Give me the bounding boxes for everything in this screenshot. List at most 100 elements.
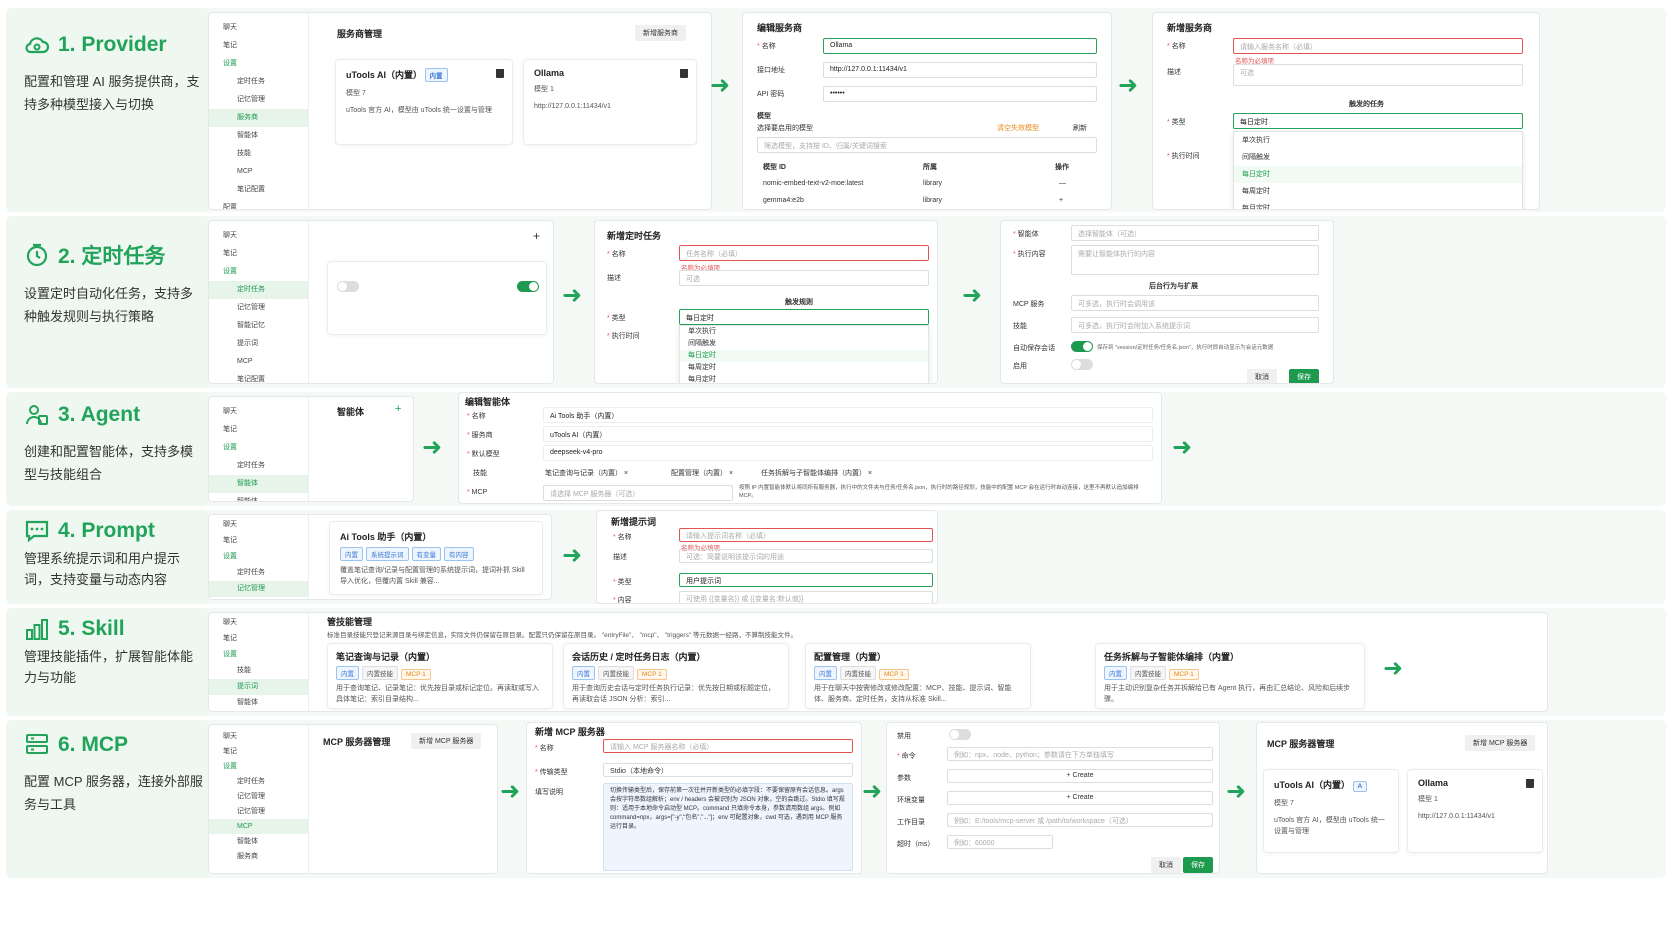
name-input[interactable]: 任务名称（必填） xyxy=(679,245,929,261)
sidebar-item-agent[interactable]: 智能体 xyxy=(209,475,308,493)
sidebar-item-prompt[interactable]: 提示词 xyxy=(209,679,308,695)
sidebar-item-skill[interactable]: 技能 xyxy=(209,145,308,163)
sidebar-item-config[interactable]: 配置 xyxy=(209,199,308,209)
type-select[interactable]: 每日定时 xyxy=(679,309,929,325)
api-key-input[interactable]: •••••• xyxy=(823,86,1097,102)
mcp-card[interactable]: Ollama 模型 1 http://127.0.0.1:11434/v1 xyxy=(1407,769,1543,853)
model-select[interactable]: deepseek-v4-pro xyxy=(543,445,1153,461)
skill-chip[interactable]: 配置管理（内置） × xyxy=(671,468,733,478)
skill-card[interactable]: 笔记查询与记录（内置） 内置 内置技能 MCP 1 用于查询笔记、记录笔记：优先按目… xyxy=(327,643,553,709)
cancel-button[interactable]: 取消 xyxy=(1151,857,1181,873)
args-create-button[interactable]: + Create xyxy=(947,769,1213,783)
add-model-button[interactable]: + xyxy=(1059,197,1063,204)
sidebar-item-scheduled[interactable]: 定时任务 xyxy=(209,281,308,299)
sidebar-item-note-config[interactable]: 笔记配置 xyxy=(209,371,308,383)
sidebar-item-chat[interactable]: 聊天 xyxy=(209,19,308,37)
sidebar-item-agent[interactable]: 智能体 xyxy=(209,834,308,849)
clear-failed-link[interactable]: 清空失效模型 xyxy=(997,123,1039,133)
add-icon[interactable]: + xyxy=(395,403,401,415)
delete-icon[interactable] xyxy=(496,69,504,78)
name-input[interactable]: Ollama xyxy=(823,38,1097,54)
sidebar-item-settings[interactable]: 设置 xyxy=(209,439,308,457)
type-select[interactable]: 每日定时 xyxy=(1233,113,1523,129)
sidebar-item-settings[interactable]: 设置 xyxy=(209,759,308,774)
content-input[interactable]: 可使用 {{变量名}} 或 {{变量名:默认值}} xyxy=(679,591,933,603)
dropdown-option-selected[interactable]: 每日定时 xyxy=(1234,166,1522,183)
sidebar-item-provider[interactable]: 服务商 xyxy=(209,109,308,127)
sidebar-item-prompt[interactable]: 提示词 xyxy=(209,335,308,353)
dropdown-option[interactable]: 间隔触发 xyxy=(680,338,928,350)
timeout-input[interactable]: 例如：60000 xyxy=(947,835,1053,849)
sidebar-item-settings[interactable]: 设置 xyxy=(209,647,308,663)
delete-icon[interactable] xyxy=(680,69,688,78)
mcp-card[interactable]: uTools AI（内置） A 模型 7 uTools 官方 AI，模型由 uT… xyxy=(1263,769,1399,853)
remove-model-button[interactable]: — xyxy=(1059,180,1066,187)
sidebar-item-chat[interactable]: 聊天 xyxy=(209,615,308,631)
sidebar-item-notes[interactable]: 笔记 xyxy=(209,245,308,263)
sidebar-item-chat[interactable]: 聊天 xyxy=(209,403,308,421)
sidebar-item-agent[interactable]: 智能体 xyxy=(209,695,308,711)
sidebar-item-chat[interactable]: 聊天 xyxy=(209,729,308,744)
provider-card[interactable]: Ollama 模型 1 http://127.0.0.1:11434/v1 xyxy=(523,59,697,145)
sidebar-item-notes[interactable]: 笔记 xyxy=(209,37,308,55)
save-button[interactable]: 保存 xyxy=(1289,369,1319,383)
sidebar-item-chat[interactable]: 聊天 xyxy=(209,227,308,245)
sidebar-item-memory[interactable]: 记忆管理 xyxy=(209,789,308,804)
provider-card[interactable]: uTools AI（内置） 内置 模型 7 uTools 官方 AI，模型由 u… xyxy=(335,59,513,145)
dropdown-option[interactable]: 每周定时 xyxy=(1234,183,1522,200)
task-card[interactable] xyxy=(327,261,547,335)
agent-select[interactable]: 选择智能体（可选） xyxy=(1071,225,1319,241)
name-input[interactable]: 请输入 MCP 服务器名称（必填） xyxy=(603,739,853,753)
cancel-button[interactable]: 取消 xyxy=(1247,369,1277,383)
dropdown-option[interactable]: 间隔触发 xyxy=(1234,149,1522,166)
dropdown-option[interactable]: 每周定时 xyxy=(680,362,928,374)
dropdown-option[interactable]: 每月定时 xyxy=(1234,200,1522,209)
dropdown-option[interactable]: 每月定时 xyxy=(680,374,928,383)
cmd-input[interactable]: 例如：npx、node、python；参数请在下方单独填写 xyxy=(947,747,1213,761)
add-provider-button[interactable]: 新增服务商 xyxy=(635,25,686,41)
autosave-toggle[interactable] xyxy=(1071,341,1093,352)
add-mcp-button[interactable]: 新增 MCP 服务器 xyxy=(411,733,482,749)
name-input[interactable]: Ai Tools 助手（内置） xyxy=(543,407,1153,423)
sidebar-item-settings[interactable]: 设置 xyxy=(209,549,308,565)
mcp-select[interactable]: 可多选，执行时会调用该 xyxy=(1071,295,1319,311)
desc-input[interactable]: 可选 xyxy=(679,270,929,286)
skill-select[interactable]: 可多选，执行时会附加入系统提示词 xyxy=(1071,317,1319,333)
dir-input[interactable]: 例如：E:/tools/mcp-server 或 /path/to/worksp… xyxy=(947,813,1213,827)
sidebar-item-scheduled[interactable]: 定时任务 xyxy=(209,774,308,789)
mcp-select[interactable]: 请选择 MCP 服务器（可选） xyxy=(543,485,733,501)
sidebar-item-chat[interactable]: 聊天 xyxy=(209,517,308,533)
sidebar-item-notes[interactable]: 笔记 xyxy=(209,421,308,439)
name-input[interactable]: 请输入提示词名称（必填） xyxy=(679,528,933,542)
env-create-button[interactable]: + Create xyxy=(947,791,1213,805)
desc-input[interactable]: 可选 xyxy=(1233,64,1523,86)
add-mcp-button[interactable]: 新增 MCP 服务器 xyxy=(1465,735,1536,751)
sidebar-item-provider[interactable]: 服务商 xyxy=(209,849,308,864)
url-input[interactable]: http://127.0.0.1:11434/v1 xyxy=(823,62,1097,78)
add-icon[interactable]: + xyxy=(533,229,540,243)
sidebar-item-agent[interactable]: 智能体 xyxy=(209,493,308,501)
prompt-card[interactable]: Ai Tools 助手（内置） 内置 系统提示词 有变量 有内容 覆盖笔记查询/记录与… xyxy=(329,521,543,595)
disabled-toggle[interactable] xyxy=(949,729,971,740)
type-select[interactable]: Stdio（本地命令） xyxy=(603,763,853,777)
sidebar-item-scheduled[interactable]: 定时任务 xyxy=(209,565,308,581)
delete-icon[interactable] xyxy=(1526,779,1534,788)
refresh-button[interactable]: 刷新 xyxy=(1073,123,1087,133)
sidebar-item-memory[interactable]: 记忆管理 xyxy=(209,581,308,597)
skill-card[interactable]: 配置管理（内置） 内置 内置技能 MCP 1 用于在聊天中按需修改或修改配置：MCP… xyxy=(805,643,1031,709)
sidebar-item-memory[interactable]: 记忆管理 xyxy=(209,299,308,317)
sidebar-item-mcp[interactable]: MCP xyxy=(209,163,308,181)
sidebar-item-note-config[interactable]: 笔记配置 xyxy=(209,181,308,199)
sidebar-item-notes[interactable]: 笔记 xyxy=(209,744,308,759)
sidebar-item-notes[interactable]: 笔记 xyxy=(209,631,308,647)
name-input[interactable]: 请输入服务名称（必填） xyxy=(1233,38,1523,54)
sidebar-item-mcp[interactable]: MCP xyxy=(209,819,308,834)
sidebar-item-scheduled[interactable]: 定时任务 xyxy=(209,73,308,91)
sidebar-item-skill[interactable]: 技能 xyxy=(209,663,308,679)
save-button[interactable]: 保存 xyxy=(1183,857,1213,873)
sidebar-item-notes[interactable]: 笔记 xyxy=(209,533,308,549)
provider-select[interactable]: uTools AI（内置） xyxy=(543,426,1153,442)
desc-input[interactable]: 可选：简要说明该提示词的用途 xyxy=(679,549,933,563)
dropdown-option[interactable]: 单次执行 xyxy=(680,326,928,338)
sidebar-item-settings[interactable]: 设置 xyxy=(209,263,308,281)
